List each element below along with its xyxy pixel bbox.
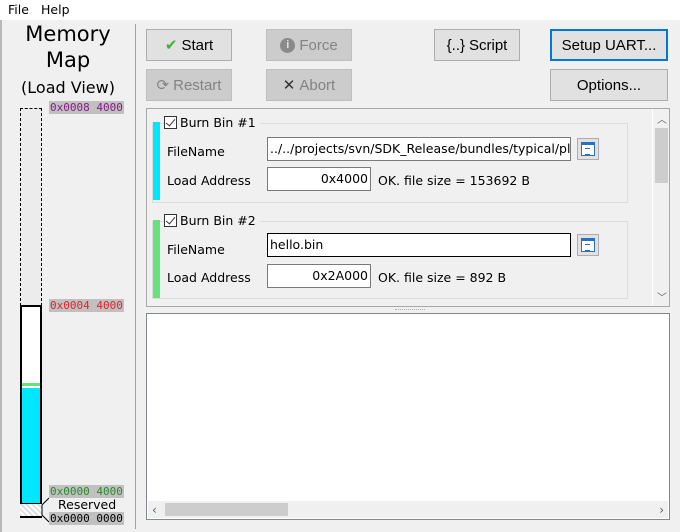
bin-enable-checkbox[interactable] xyxy=(164,116,177,129)
menu-file[interactable]: File xyxy=(8,2,29,17)
scrollbar-thumb[interactable] xyxy=(165,503,288,516)
refresh-icon: ⟳ xyxy=(156,76,170,94)
script-braces-icon: {..} xyxy=(446,36,465,54)
bin-color-indicator xyxy=(153,220,160,298)
memory-region-unused xyxy=(20,108,42,306)
address-label-top: 0x0008 4000 xyxy=(49,101,124,114)
force-button[interactable]: i Force xyxy=(266,29,352,61)
checkmark-icon: ✔ xyxy=(164,36,178,54)
splitter-handle[interactable] xyxy=(395,309,425,312)
memory-block-bin2[interactable] xyxy=(22,383,40,386)
load-address-input[interactable]: 0x2A000 xyxy=(267,264,371,288)
filename-input[interactable]: hello.bin xyxy=(267,233,571,257)
load-address-label: Load Address xyxy=(167,270,251,285)
bin-status: OK. file size = 153692 B xyxy=(378,173,530,188)
reserved-bracket xyxy=(41,497,49,523)
setup-uart-button[interactable]: Setup UART... xyxy=(550,29,668,61)
scrollbar-thumb[interactable] xyxy=(655,128,668,183)
close-icon: ✕ xyxy=(282,76,296,94)
document-icon xyxy=(581,238,595,252)
bin-color-indicator xyxy=(153,122,160,200)
scroll-down-icon[interactable]: ﹀ xyxy=(657,289,667,304)
script-label: Script xyxy=(469,36,508,54)
start-label: Start xyxy=(181,36,214,54)
scroll-left-icon[interactable]: ‹ xyxy=(152,503,157,517)
bin-title: Burn Bin #1 xyxy=(180,115,256,130)
options-button[interactable]: Options... xyxy=(550,69,668,101)
script-button[interactable]: {..} Script xyxy=(434,29,520,61)
log-output[interactable]: ‹ › xyxy=(146,313,670,520)
filename-label: FileName xyxy=(167,144,225,159)
bin-enable-checkbox[interactable] xyxy=(164,214,177,227)
filename-label: FileName xyxy=(167,242,225,257)
window-left-edge xyxy=(0,20,2,532)
bin-title: Burn Bin #2 xyxy=(180,213,256,228)
bin-header: Burn Bin #2 xyxy=(164,213,260,228)
menu-bar: File Help xyxy=(0,0,680,20)
abort-button[interactable]: ✕ Abort xyxy=(266,69,352,101)
force-label: Force xyxy=(299,36,338,54)
options-label: Options... xyxy=(576,76,642,94)
scroll-right-icon[interactable]: › xyxy=(659,503,664,517)
vertical-scrollbar[interactable]: ︿ ﹀ xyxy=(652,109,669,306)
abort-label: Abort xyxy=(299,76,336,94)
memory-map-subtitle: (Load View) xyxy=(21,78,115,97)
horizontal-scrollbar[interactable]: ‹ › xyxy=(148,501,668,518)
address-label-mid: 0x0004 4000 xyxy=(49,299,124,312)
memory-block-bin1[interactable] xyxy=(22,388,40,503)
bin-header: Burn Bin #1 xyxy=(164,115,260,130)
document-icon xyxy=(581,142,595,156)
restart-label: Restart xyxy=(173,76,222,94)
start-button[interactable]: ✔ Start xyxy=(146,29,232,61)
burn-bin-group: Burn Bin #2 FileName hello.bin Load Addr… xyxy=(152,213,628,299)
bin-status: OK. file size = 892 B xyxy=(378,270,507,285)
info-icon: i xyxy=(280,37,296,53)
restart-button[interactable]: ⟳ Restart xyxy=(146,69,232,101)
reserved-label: Reserved xyxy=(58,497,117,512)
burn-bins-panel: Burn Bin #1 FileName ../../projects/svn/… xyxy=(146,108,670,307)
scroll-up-icon[interactable]: ︿ xyxy=(657,111,667,126)
burn-bin-group: Burn Bin #1 FileName ../../projects/svn/… xyxy=(152,115,628,203)
memory-map-title-line2: Map xyxy=(45,48,91,72)
filename-input[interactable]: ../../projects/svn/SDK_Release/bundles/t… xyxy=(267,137,571,161)
browse-file-button[interactable] xyxy=(577,138,599,160)
memory-block-reserved xyxy=(20,503,42,516)
address-label-zero: 0x0000 0000 xyxy=(49,512,124,525)
setup-uart-label: Setup UART... xyxy=(561,36,657,54)
browse-file-button[interactable] xyxy=(577,234,599,256)
load-address-input[interactable]: 0x4000 xyxy=(267,167,371,191)
menu-help[interactable]: Help xyxy=(41,2,70,17)
memory-map-title: Memory xyxy=(25,22,111,46)
load-address-label: Load Address xyxy=(167,173,251,188)
panel-divider xyxy=(135,24,136,529)
